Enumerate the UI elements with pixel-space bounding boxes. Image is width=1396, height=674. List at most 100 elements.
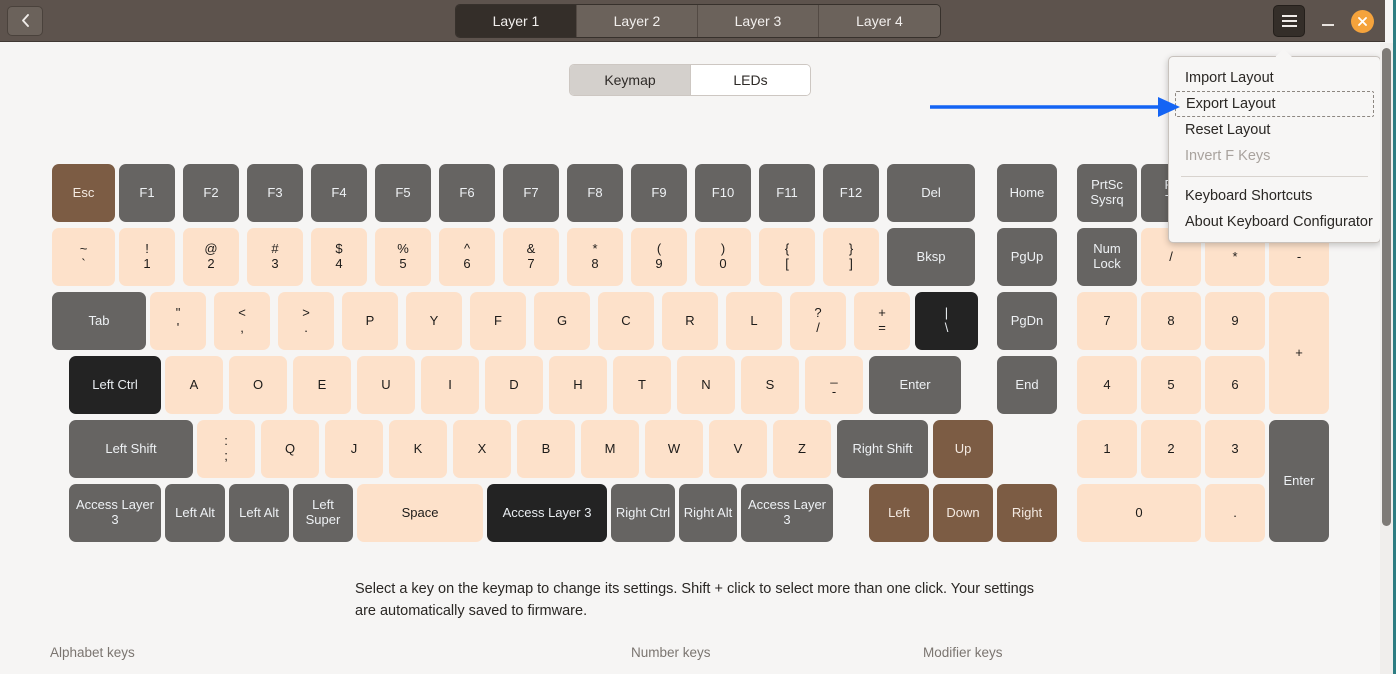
- key[interactable]: !1: [119, 228, 175, 286]
- key[interactable]: Enter: [1269, 420, 1329, 542]
- menu-item-keyboard-shortcuts[interactable]: Keyboard Shortcuts: [1169, 183, 1380, 209]
- key[interactable]: 6: [1205, 356, 1265, 414]
- key[interactable]: H: [549, 356, 607, 414]
- menu-item-reset-layout[interactable]: Reset Layout: [1169, 117, 1380, 143]
- key[interactable]: ^6: [439, 228, 495, 286]
- key[interactable]: 3: [1205, 420, 1265, 478]
- key[interactable]: Num Lock: [1077, 228, 1137, 286]
- key[interactable]: Left Shift: [69, 420, 193, 478]
- key[interactable]: _-: [805, 356, 863, 414]
- key[interactable]: PgDn: [997, 292, 1057, 350]
- key[interactable]: &7: [503, 228, 559, 286]
- key[interactable]: P: [342, 292, 398, 350]
- menu-item-import-layout[interactable]: Import Layout: [1169, 65, 1380, 91]
- tab-leds[interactable]: LEDs: [690, 65, 810, 95]
- key[interactable]: {[: [759, 228, 815, 286]
- key[interactable]: O: [229, 356, 287, 414]
- key[interactable]: ?/: [790, 292, 846, 350]
- key[interactable]: ~`: [52, 228, 115, 286]
- key[interactable]: F8: [567, 164, 623, 222]
- key[interactable]: *8: [567, 228, 623, 286]
- key[interactable]: Access Layer 3: [69, 484, 161, 542]
- key[interactable]: Left Alt: [229, 484, 289, 542]
- key[interactable]: Tab: [52, 292, 146, 350]
- key[interactable]: L: [726, 292, 782, 350]
- scrollbar-thumb[interactable]: [1382, 48, 1391, 526]
- key[interactable]: Enter: [869, 356, 961, 414]
- key[interactable]: End: [997, 356, 1057, 414]
- key[interactable]: 8: [1141, 292, 1201, 350]
- key[interactable]: $4: [311, 228, 367, 286]
- key[interactable]: E: [293, 356, 351, 414]
- key[interactable]: #3: [247, 228, 303, 286]
- key[interactable]: :;: [197, 420, 255, 478]
- key[interactable]: Home: [997, 164, 1057, 222]
- key[interactable]: F4: [311, 164, 367, 222]
- key[interactable]: J: [325, 420, 383, 478]
- key[interactable]: F5: [375, 164, 431, 222]
- key[interactable]: K: [389, 420, 447, 478]
- key[interactable]: Down: [933, 484, 993, 542]
- key[interactable]: S: [741, 356, 799, 414]
- key[interactable]: M: [581, 420, 639, 478]
- tab-layer-4[interactable]: Layer 4: [819, 5, 940, 37]
- key[interactable]: "': [150, 292, 206, 350]
- tab-keymap[interactable]: Keymap: [570, 65, 690, 95]
- key[interactable]: W: [645, 420, 703, 478]
- key[interactable]: >.: [278, 292, 334, 350]
- key[interactable]: 1: [1077, 420, 1137, 478]
- key[interactable]: 0: [1077, 484, 1201, 542]
- key[interactable]: LeftSuper: [293, 484, 353, 542]
- key[interactable]: +: [1269, 292, 1329, 414]
- key[interactable]: Right Ctrl: [611, 484, 675, 542]
- key[interactable]: Y: [406, 292, 462, 350]
- key[interactable]: 4: [1077, 356, 1137, 414]
- key[interactable]: X: [453, 420, 511, 478]
- key[interactable]: |\: [915, 292, 978, 350]
- tab-layer-2[interactable]: Layer 2: [577, 5, 698, 37]
- key[interactable]: .: [1205, 484, 1265, 542]
- key[interactable]: Bksp: [887, 228, 975, 286]
- key[interactable]: }]: [823, 228, 879, 286]
- key[interactable]: F2: [183, 164, 239, 222]
- key[interactable]: F12: [823, 164, 879, 222]
- key[interactable]: 9: [1205, 292, 1265, 350]
- key[interactable]: V: [709, 420, 767, 478]
- key[interactable]: Space: [357, 484, 483, 542]
- menu-item-about-keyboard-configurator[interactable]: About Keyboard Configurator: [1169, 209, 1380, 235]
- key[interactable]: <,: [214, 292, 270, 350]
- close-button[interactable]: [1351, 10, 1374, 33]
- key[interactable]: Esc: [52, 164, 115, 222]
- hamburger-menu-button[interactable]: [1273, 5, 1305, 37]
- key[interactable]: Left Ctrl: [69, 356, 161, 414]
- key[interactable]: F: [470, 292, 526, 350]
- key[interactable]: U: [357, 356, 415, 414]
- key[interactable]: A: [165, 356, 223, 414]
- back-button[interactable]: [7, 6, 43, 36]
- key[interactable]: F7: [503, 164, 559, 222]
- vertical-scrollbar[interactable]: [1380, 43, 1393, 674]
- key[interactable]: PrtScSysrq: [1077, 164, 1137, 222]
- key[interactable]: D: [485, 356, 543, 414]
- key[interactable]: Left Alt: [165, 484, 225, 542]
- key[interactable]: )0: [695, 228, 751, 286]
- key[interactable]: N: [677, 356, 735, 414]
- key[interactable]: 2: [1141, 420, 1201, 478]
- key[interactable]: F9: [631, 164, 687, 222]
- key[interactable]: F10: [695, 164, 751, 222]
- key[interactable]: B: [517, 420, 575, 478]
- key[interactable]: Z: [773, 420, 831, 478]
- key[interactable]: F11: [759, 164, 815, 222]
- menu-item-export-layout[interactable]: Export Layout: [1175, 91, 1374, 117]
- key[interactable]: F1: [119, 164, 175, 222]
- key[interactable]: I: [421, 356, 479, 414]
- key[interactable]: Del: [887, 164, 975, 222]
- key[interactable]: Access Layer 3: [741, 484, 833, 542]
- key[interactable]: PgUp: [997, 228, 1057, 286]
- key[interactable]: 7: [1077, 292, 1137, 350]
- minimize-button[interactable]: [1317, 10, 1339, 32]
- key[interactable]: G: [534, 292, 590, 350]
- key[interactable]: R: [662, 292, 718, 350]
- key[interactable]: Right: [997, 484, 1057, 542]
- key[interactable]: Left: [869, 484, 929, 542]
